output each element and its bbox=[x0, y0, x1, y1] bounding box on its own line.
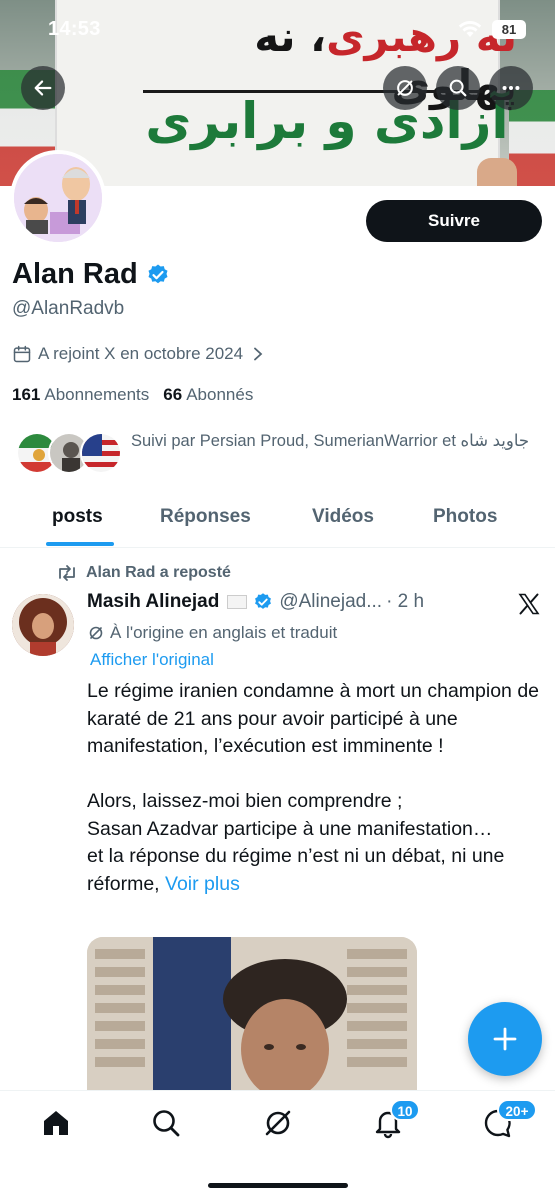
following-label: Abonnements bbox=[44, 385, 150, 404]
follow-counts: 161 Abonnements 66 Abonnés bbox=[12, 385, 253, 405]
grok-icon bbox=[89, 626, 103, 640]
joined-text: A rejoint X en octobre 2024 bbox=[38, 344, 244, 363]
followers-count: 66 bbox=[163, 385, 183, 404]
show-original-link[interactable]: Afficher l'original bbox=[90, 650, 214, 670]
notifications-badge: 10 bbox=[390, 1099, 420, 1121]
post-body[interactable]: Le régime iranien condamne à mort un cha… bbox=[87, 678, 547, 898]
search-button[interactable] bbox=[436, 66, 480, 110]
tab-photos[interactable]: Photos bbox=[433, 506, 497, 528]
compose-post-button[interactable] bbox=[468, 1002, 542, 1076]
calendar-icon bbox=[13, 345, 31, 363]
post-author-name[interactable]: Masih Alinejad bbox=[87, 591, 219, 613]
followed-by-text: Suivi par Persian Proud, SumerianWarrior… bbox=[131, 432, 530, 450]
battery-indicator: 81 bbox=[492, 20, 526, 39]
active-tab-indicator bbox=[46, 542, 114, 546]
joined-date[interactable]: A rejoint X en octobre 2024 bbox=[12, 344, 271, 364]
white-flag-icon bbox=[227, 595, 248, 609]
repost-icon bbox=[59, 565, 75, 581]
translation-note: À l'origine en anglais et traduit bbox=[88, 623, 337, 643]
verified-badge-icon[interactable] bbox=[146, 263, 170, 287]
back-button[interactable] bbox=[21, 66, 65, 110]
see-more-link[interactable]: Voir plus bbox=[165, 873, 240, 895]
home-icon bbox=[44, 1111, 68, 1135]
grok-button[interactable] bbox=[383, 66, 427, 110]
status-time: 14:53 bbox=[48, 18, 101, 40]
post-author-handle[interactable]: @Alinejad... bbox=[279, 591, 382, 613]
post-body-text: Le régime iranien condamne à mort un cha… bbox=[87, 680, 540, 895]
wifi-icon bbox=[458, 21, 482, 37]
following-count: 161 bbox=[12, 385, 41, 404]
post-time: · 2 h bbox=[386, 591, 425, 612]
following-link[interactable]: 161 Abonnements bbox=[12, 385, 149, 405]
profile-tabs: posts Réponses Vidéos Photos bbox=[0, 496, 555, 548]
plus-icon bbox=[493, 1027, 517, 1051]
follow-button[interactable]: Suivre bbox=[366, 200, 542, 242]
post-photo bbox=[87, 937, 417, 1090]
more-options-button[interactable] bbox=[489, 66, 533, 110]
verified-badge-icon bbox=[255, 593, 272, 609]
profile-name: Alan Rad bbox=[12, 258, 138, 290]
followers-label: Abonnés bbox=[186, 385, 254, 404]
repost-indicator: Alan Rad a reposté bbox=[56, 564, 231, 582]
x-logo-icon[interactable] bbox=[517, 592, 541, 616]
profile-avatar[interactable] bbox=[10, 150, 106, 246]
search-icon bbox=[449, 79, 467, 97]
post-author-avatar[interactable] bbox=[12, 594, 74, 656]
nav-grok[interactable] bbox=[262, 1107, 294, 1139]
nav-home[interactable] bbox=[40, 1107, 72, 1139]
translation-text: À l'origine en anglais et traduit bbox=[110, 623, 338, 642]
followers-link[interactable]: 66 Abonnés bbox=[163, 385, 253, 405]
repost-text: Alan Rad a reposté bbox=[86, 564, 231, 581]
grok-icon bbox=[265, 1110, 291, 1136]
follower-avatar-3 bbox=[80, 432, 122, 474]
post-image[interactable] bbox=[87, 937, 417, 1090]
status-bar: 14:53 81 bbox=[0, 0, 555, 58]
more-dots-icon bbox=[502, 85, 520, 91]
arrow-left-icon bbox=[34, 80, 52, 96]
search-icon bbox=[153, 1110, 180, 1137]
chevron-right-icon bbox=[254, 347, 263, 361]
post-header: Masih Alinejad @Alinejad... · 2 h bbox=[87, 591, 517, 613]
hand bbox=[477, 158, 517, 186]
followed-by[interactable]: Suivi par Persian Proud, SumerianWarrior… bbox=[16, 428, 546, 484]
tab-replies[interactable]: Réponses bbox=[160, 506, 251, 528]
author-photo bbox=[12, 594, 74, 656]
nav-search[interactable] bbox=[150, 1107, 182, 1139]
caricature-image bbox=[14, 154, 102, 242]
home-indicator bbox=[208, 1183, 348, 1188]
profile-name-row: Alan Rad bbox=[12, 258, 170, 291]
tab-videos[interactable]: Vidéos bbox=[312, 506, 374, 528]
profile-handle: @AlanRadvb bbox=[12, 298, 125, 319]
messages-badge: 20+ bbox=[497, 1099, 537, 1121]
tab-posts[interactable]: posts bbox=[52, 506, 103, 528]
grok-icon bbox=[397, 80, 413, 96]
